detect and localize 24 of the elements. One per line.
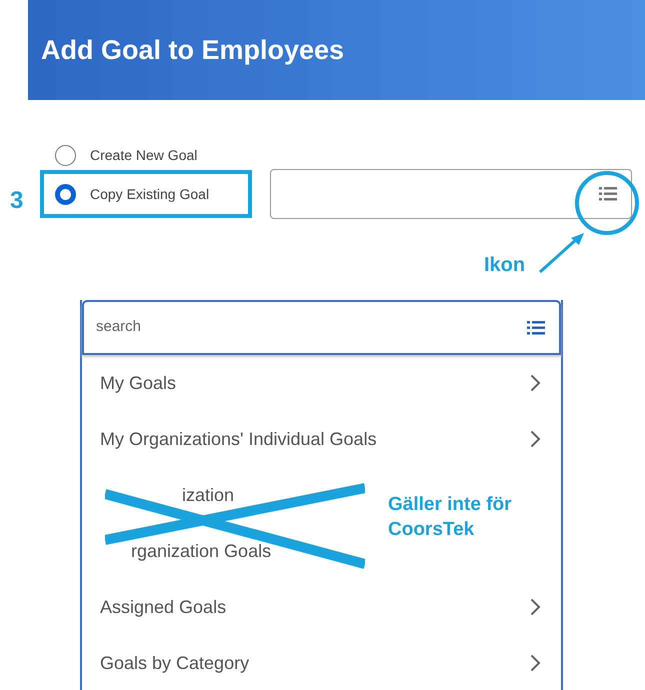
- menu-item-text: ization: [182, 484, 234, 506]
- radio-button[interactable]: [55, 145, 76, 166]
- chevron-right-icon: [530, 598, 541, 616]
- search-field[interactable]: search: [82, 300, 561, 355]
- radio-label: Copy Existing Goal: [90, 184, 210, 204]
- menu-item[interactable]: Goals by Category: [82, 635, 561, 690]
- menu-item[interactable]: My Organizations' Individual Goals: [82, 411, 561, 467]
- goal-field[interactable]: [270, 169, 632, 219]
- radio-button[interactable]: [55, 184, 76, 204]
- menu-item-text: rganization Goals: [131, 540, 272, 563]
- menu-item[interactable]: My Goals: [82, 355, 561, 411]
- highlight-circle: [575, 171, 639, 235]
- arrow: [537, 231, 587, 275]
- chevron-right-icon: [530, 374, 541, 392]
- radio-label: Create New Goal: [90, 146, 198, 165]
- page-title: Add Goal to Employees: [41, 34, 344, 66]
- annotation-label: Ikon: [484, 253, 526, 278]
- annotation-label: Gäller inte för CoorsTek: [388, 493, 513, 542]
- chevron-right-icon: [530, 654, 541, 672]
- list-icon[interactable]: [599, 187, 617, 201]
- chevron-right-icon: [530, 430, 541, 448]
- step-number: 3: [10, 186, 24, 216]
- list-icon[interactable]: [527, 320, 545, 334]
- menu-item[interactable]: Assigned Goals: [82, 579, 561, 635]
